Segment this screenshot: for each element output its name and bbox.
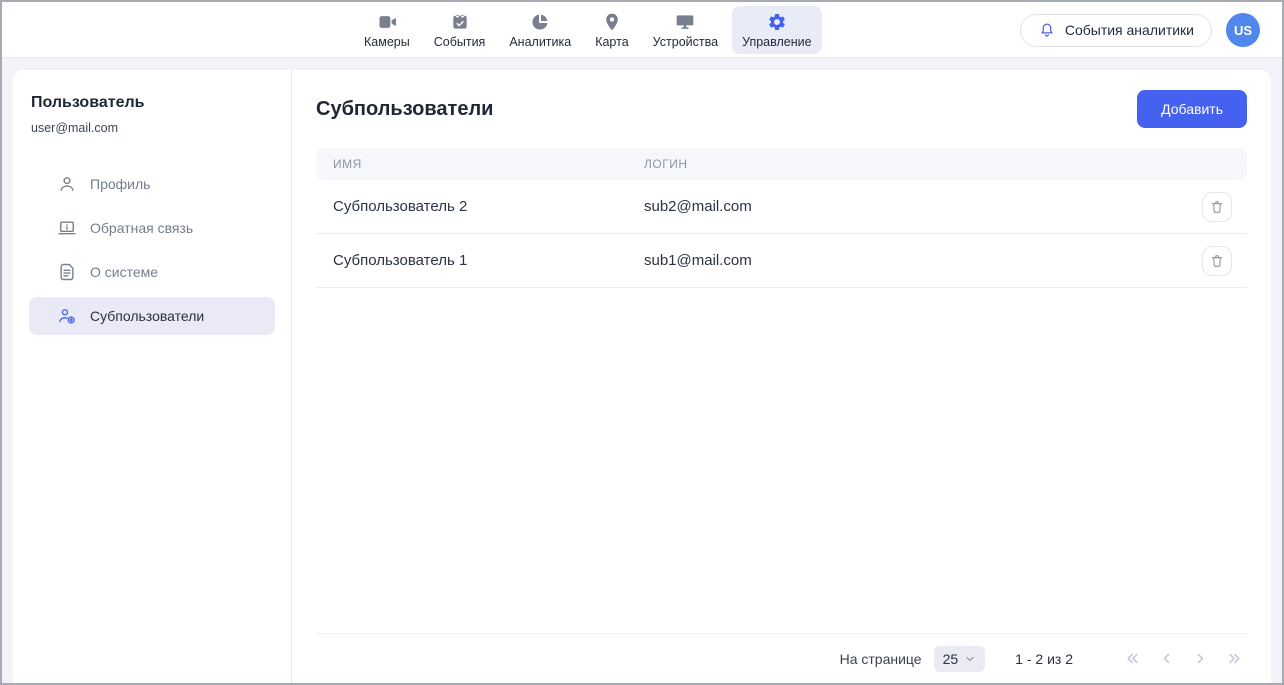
sidebar-item-label: О системе [90,264,158,280]
user-email: user@mail.com [31,121,273,135]
nav-item-label: Управление [742,35,812,49]
events-icon [450,12,470,32]
main-header: Субпользователи Добавить [316,90,1247,128]
per-page-select[interactable]: 25 [934,646,986,672]
per-page-value: 25 [943,651,959,667]
per-page-label: На странице [840,651,922,667]
first-page-icon [1123,649,1142,668]
page-body: Пользователь user@mail.com Профиль Обрат… [2,58,1282,683]
pie-chart-icon [530,12,550,32]
sidebar-item-about[interactable]: О системе [29,253,275,291]
previous-page-icon [1157,649,1176,668]
sidebar-item-label: Профиль [90,176,150,192]
column-header-name: ИМЯ [316,157,644,171]
content-card: Пользователь user@mail.com Профиль Обрат… [13,70,1271,683]
video-camera-icon [377,12,397,32]
subuser-login: sub1@mail.com [644,252,1202,269]
pager-arrows [1119,646,1247,672]
nav-item-analytics[interactable]: Аналитика [499,6,581,54]
user-avatar[interactable]: US [1226,13,1260,47]
sidebar-item-label: Субпользователи [90,308,204,324]
last-page-icon [1225,649,1244,668]
table-row: Субпользователь 2 sub2@mail.com [316,180,1247,234]
column-header-login: ЛОГИН [644,157,1247,171]
previous-page-button[interactable] [1153,646,1179,672]
feedback-icon [57,218,77,238]
add-subuser-button[interactable]: Добавить [1137,90,1247,128]
next-page-button[interactable] [1187,646,1213,672]
nav-item-cameras[interactable]: Камеры [354,6,420,54]
person-icon [57,174,77,194]
top-navigation-bar: Камеры События Аналитика Карта [2,2,1282,58]
header-right-group: События аналитики US [1020,2,1260,58]
sidebar-item-feedback[interactable]: Обратная связь [29,209,275,247]
map-pin-icon [602,12,622,32]
first-page-button[interactable] [1119,646,1145,672]
nav-item-map[interactable]: Карта [585,6,638,54]
delete-subuser-button[interactable] [1202,192,1232,222]
subuser-login: sub2@mail.com [644,198,1202,215]
document-icon [57,262,77,282]
nav-item-management[interactable]: Управление [732,6,822,54]
nav-item-label: Устройства [653,35,718,49]
nav-item-events[interactable]: События [424,6,496,54]
trash-icon [1209,199,1225,215]
person-add-icon [57,306,77,326]
subusers-table: ИМЯ ЛОГИН Субпользователь 2 sub2@mail.co… [316,148,1247,288]
subuser-name: Субпользователь 1 [316,252,644,269]
main-content: Субпользователи Добавить ИМЯ ЛОГИН Субпо… [292,70,1271,683]
pagination-range: 1 - 2 из 2 [1015,651,1073,667]
nav-item-label: Аналитика [509,35,571,49]
delete-subuser-button[interactable] [1202,246,1232,276]
chevron-down-icon [964,653,976,665]
sidebar-menu: Профиль Обратная связь О системе [13,165,291,335]
subuser-name: Субпользователь 2 [316,198,644,215]
analytics-events-button[interactable]: События аналитики [1020,14,1212,47]
page-title: Субпользователи [316,98,493,121]
sidebar: Пользователь user@mail.com Профиль Обрат… [13,70,292,683]
sidebar-item-label: Обратная связь [90,220,193,236]
next-page-icon [1191,649,1210,668]
last-page-button[interactable] [1221,646,1247,672]
gear-icon [767,12,787,32]
nav-item-label: Карта [595,35,628,49]
app-window: Камеры События Аналитика Карта [0,0,1284,685]
table-header-row: ИМЯ ЛОГИН [316,148,1247,180]
sidebar-item-subusers[interactable]: Субпользователи [29,297,275,335]
nav-item-label: Камеры [364,35,410,49]
monitor-icon [675,12,695,32]
pagination-bar: На странице 25 1 - 2 из 2 [316,633,1247,683]
empty-area [316,288,1247,633]
sidebar-title: Пользователь [31,94,273,112]
sidebar-item-profile[interactable]: Профиль [29,165,275,203]
main-nav: Камеры События Аналитика Карта [354,6,822,54]
nav-item-devices[interactable]: Устройства [643,6,728,54]
nav-item-label: События [434,35,486,49]
table-row: Субпользователь 1 sub1@mail.com [316,234,1247,288]
analytics-events-label: События аналитики [1065,22,1194,38]
bell-icon [1038,21,1056,39]
trash-icon [1209,253,1225,269]
